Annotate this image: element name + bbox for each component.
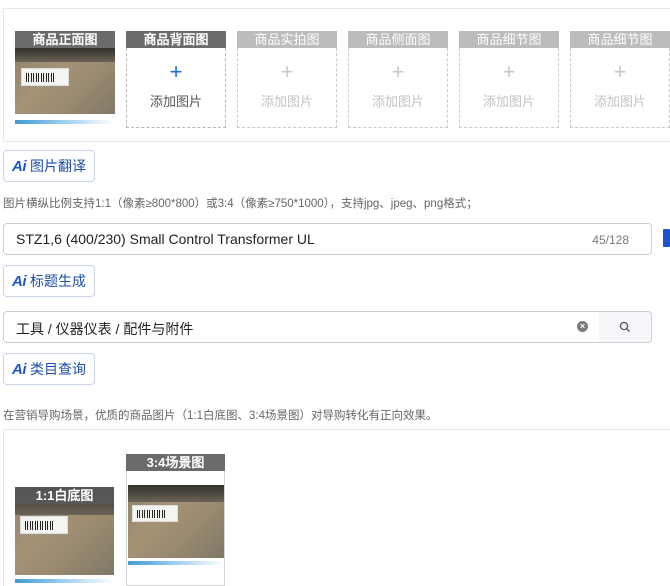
image-slot-detail-1[interactable]: 商品细节图 + 添加图片: [459, 31, 559, 129]
add-image-button[interactable]: + 添加图片: [126, 48, 226, 128]
add-image-button[interactable]: + 添加图片: [459, 48, 559, 128]
product-images-panel: 商品正面图 商品背面图 + 添加图片 商品实拍图 + 添加图片 商品侧面图 + …: [3, 8, 670, 142]
slot-caption: 商品实拍图: [237, 31, 337, 48]
category-query-label: 类目查询: [30, 361, 86, 377]
image-slot-real[interactable]: 商品实拍图 + 添加图片: [237, 31, 337, 129]
add-image-button[interactable]: + 添加图片: [348, 48, 448, 128]
search-icon: [619, 321, 630, 332]
add-image-button[interactable]: + 添加图片: [570, 48, 670, 128]
clear-icon[interactable]: ×: [577, 321, 588, 332]
ai-icon: Ai: [12, 272, 27, 290]
category-search-button[interactable]: [599, 311, 652, 343]
category-input-value: 工具 / 仪器仪表 / 配件与附件: [16, 321, 194, 337]
ai-icon: Ai: [12, 157, 27, 175]
ai-icon: Ai: [12, 360, 27, 378]
image-slot-white-bg[interactable]: 1:1白底图: [15, 487, 114, 586]
scene-thumbnail[interactable]: [128, 485, 224, 568]
slot-caption: 3:4场景图: [126, 454, 225, 471]
image-translate-label: 图片翻译: [30, 158, 86, 174]
slot-caption: 商品正面图: [15, 31, 115, 48]
add-image-label: 添加图片: [260, 94, 313, 109]
add-image-label: 添加图片: [482, 94, 535, 109]
slot-caption: 1:1白底图: [15, 487, 114, 504]
add-image-label: 添加图片: [149, 94, 202, 109]
edit-icon[interactable]: [663, 229, 670, 247]
image-format-hint: 图片横纵比例支持1:1（像素≥800*800）或3:4（像素≥750*1000）…: [3, 198, 478, 210]
title-input[interactable]: STZ1,6 (400/230) Small Control Transform…: [3, 223, 652, 255]
image-slot-back[interactable]: 商品背面图 + 添加图片: [126, 31, 226, 129]
image-slot-front[interactable]: 商品正面图: [15, 31, 115, 129]
category-query-button[interactable]: Ai 类目查询: [3, 353, 95, 385]
slot-caption: 商品细节图: [459, 31, 559, 48]
slot-caption: 商品侧面图: [348, 31, 448, 48]
title-char-counter: 45/128: [592, 233, 629, 247]
image-translate-button[interactable]: Ai 图片翻译: [3, 150, 95, 182]
add-image-label: 添加图片: [371, 94, 424, 109]
plus-icon: +: [169, 59, 183, 84]
plus-icon: +: [280, 59, 294, 84]
slot-caption: 商品细节图: [570, 31, 670, 48]
product-thumbnail[interactable]: [15, 48, 115, 128]
title-generate-label: 标题生成: [30, 273, 86, 289]
image-slot-detail-2[interactable]: 商品细节图 + 添加图片: [570, 31, 670, 129]
add-image-label: 添加图片: [593, 94, 646, 109]
plus-icon: +: [391, 59, 405, 84]
category-input[interactable]: 工具 / 仪器仪表 / 配件与附件: [3, 311, 600, 343]
title-generate-button[interactable]: Ai 标题生成: [3, 265, 95, 297]
plus-icon: +: [502, 59, 516, 84]
scene-frame: [126, 471, 225, 586]
slot-caption: 商品背面图: [126, 31, 226, 48]
title-input-value: STZ1,6 (400/230) Small Control Transform…: [16, 231, 315, 247]
image-slot-side[interactable]: 商品侧面图 + 添加图片: [348, 31, 448, 129]
image-slot-scene[interactable]: 3:4场景图: [126, 454, 225, 586]
marketing-image-hint: 在营销导购场景，优质的商品图片（1:1白底图、3:4场景图）对导购转化有正向效果…: [3, 410, 438, 422]
plus-icon: +: [613, 59, 627, 84]
add-image-button[interactable]: + 添加图片: [237, 48, 337, 128]
